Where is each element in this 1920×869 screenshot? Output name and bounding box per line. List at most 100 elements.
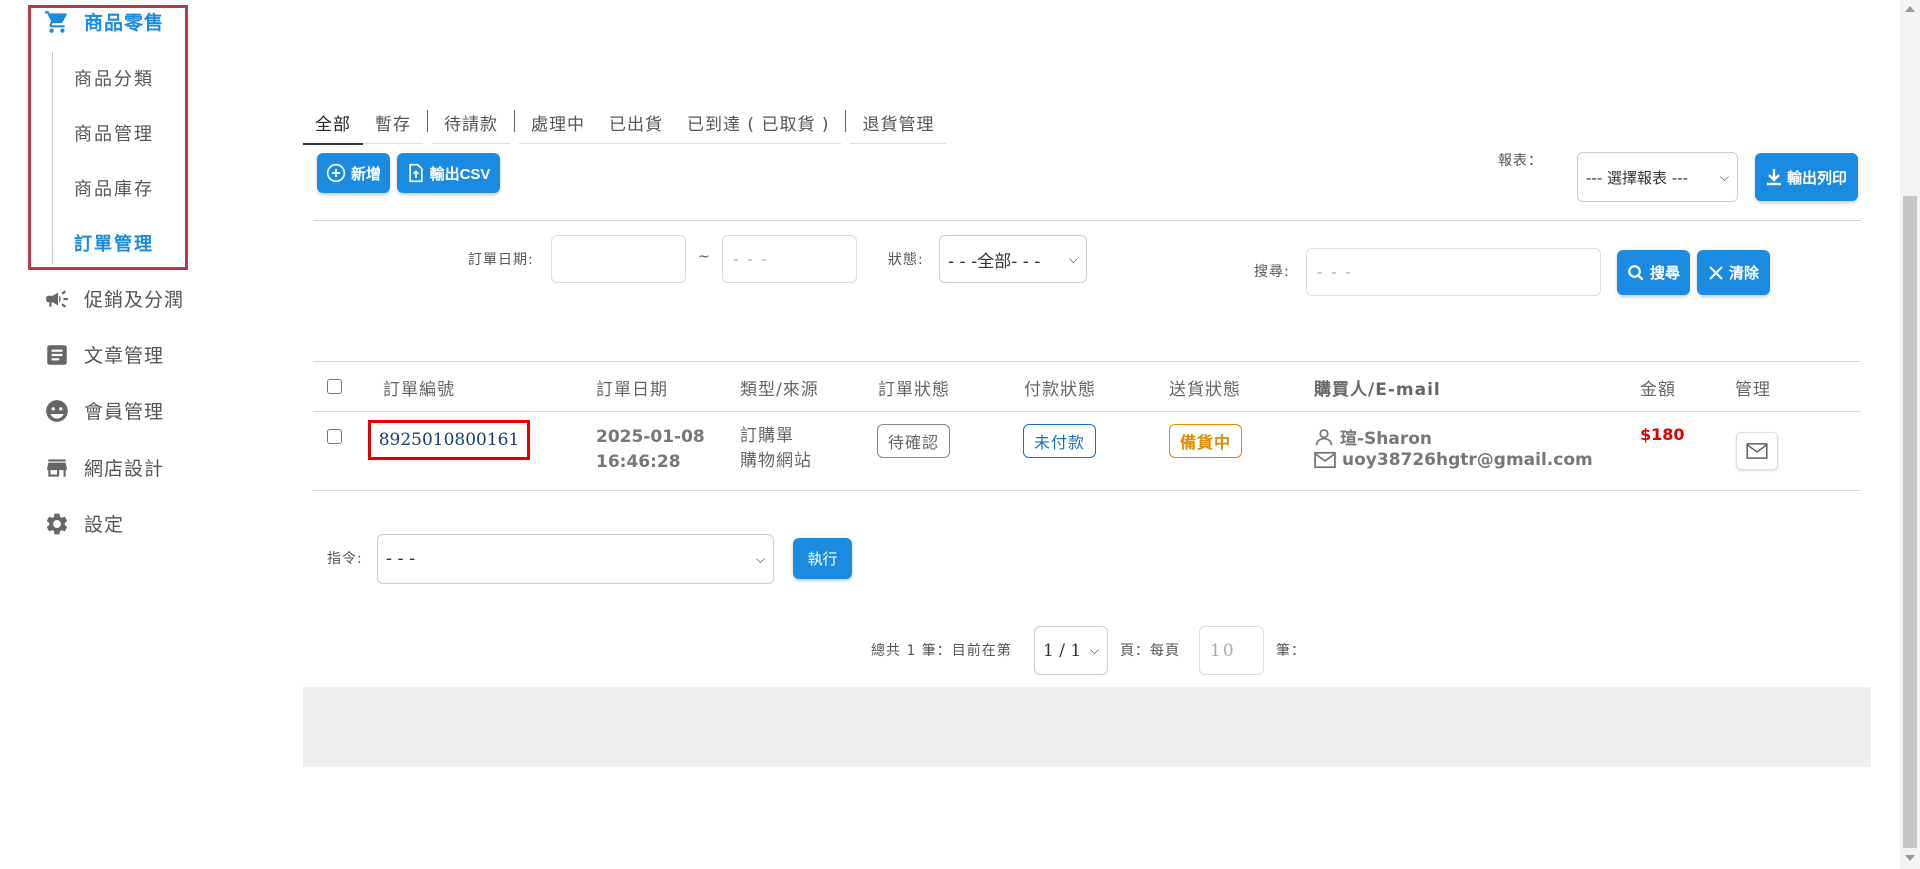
- search-input[interactable]: - - -: [1306, 248, 1601, 296]
- scroll-up-icon[interactable]: [1905, 6, 1915, 12]
- sidebar-item-retail[interactable]: 商品零售: [44, 8, 164, 35]
- scroll-thumb[interactable]: [1903, 196, 1917, 848]
- chevron-down-icon: ⌵: [1068, 251, 1078, 266]
- header-order-no[interactable]: 訂單編號: [383, 375, 455, 400]
- add-button[interactable]: 新增: [317, 153, 390, 193]
- header-order-status: 訂單狀態: [878, 380, 950, 400]
- sidebar: 商品零售 商品分類 商品管理 商品庫存 訂單管理 促銷及分潤 文章管理 會員管理: [0, 0, 260, 869]
- date-range-separator: ~: [698, 249, 711, 265]
- table-row-border: [313, 490, 1861, 491]
- table-top-border: [313, 361, 1861, 362]
- buyer-name: 瑄-Sharon: [1340, 429, 1433, 449]
- header-type-source: 類型/來源: [740, 380, 819, 400]
- date-start-input[interactable]: [551, 235, 686, 283]
- row-checkbox[interactable]: [327, 429, 342, 444]
- per-page-input[interactable]: 10: [1199, 626, 1264, 675]
- sidebar-item-label: 會員管理: [84, 401, 165, 423]
- chevron-down-icon: ⌵: [1719, 169, 1729, 184]
- tab-returns[interactable]: 退貨管理: [850, 106, 947, 144]
- buyer-email[interactable]: uoy38726hgtr@gmail.com: [1342, 450, 1593, 470]
- status-select[interactable]: - - -全部- - - ⌵: [939, 235, 1087, 283]
- pagination-per-page-text: 頁：每頁: [1120, 643, 1180, 659]
- sidebar-sub-item-orders[interactable]: 訂單管理: [74, 230, 154, 256]
- tab-pending-payment[interactable]: 待請款: [432, 106, 510, 144]
- order-number-link[interactable]: 8925010800161: [368, 420, 530, 460]
- command-select[interactable]: - - - ⌵: [377, 534, 774, 584]
- sidebar-item-shop-design[interactable]: 網店設計: [44, 454, 164, 481]
- header-amount: 金額: [1640, 380, 1676, 400]
- status-filter-label: 狀態:: [888, 252, 924, 268]
- search-button-label: 搜尋: [1649, 265, 1680, 282]
- amount: $180: [1640, 425, 1685, 444]
- chevron-down-icon: ⌵: [755, 551, 765, 566]
- search-button[interactable]: 搜尋: [1617, 250, 1690, 295]
- report-select-value: --- 選擇報表 ---: [1586, 168, 1689, 187]
- file-upload-icon: [408, 163, 423, 183]
- megaphone-icon: [44, 286, 70, 312]
- header-order-date[interactable]: 訂單日期: [596, 375, 668, 400]
- sidebar-item-settings[interactable]: 設定: [44, 510, 124, 537]
- scrollbar[interactable]: [1900, 0, 1920, 869]
- order-date: 2025-01-08: [596, 427, 705, 447]
- date-end-input[interactable]: - - -: [722, 235, 857, 283]
- sidebar-item-label: 網店設計: [84, 458, 165, 480]
- delivery-status-badge: 備貨中: [1169, 424, 1243, 458]
- user-icon: [1315, 428, 1333, 445]
- add-button-label: 新增: [350, 165, 381, 183]
- export-print-button[interactable]: 輸出列印: [1755, 153, 1858, 201]
- buyer-name-cell: 瑄-Sharon: [1314, 424, 1432, 449]
- envelope-icon: [1314, 451, 1336, 469]
- cart-icon: [44, 9, 70, 35]
- store-icon: [44, 455, 70, 481]
- tab-separator: [845, 110, 847, 132]
- report-label: 報表：: [1498, 153, 1543, 169]
- date-end-placeholder: - - -: [733, 250, 769, 268]
- command-select-value: - - -: [386, 549, 416, 569]
- article-icon: [44, 342, 70, 368]
- tab-draft[interactable]: 暫存: [363, 106, 423, 144]
- export-print-label: 輸出列印: [1786, 169, 1847, 187]
- export-csv-button[interactable]: 輸出CSV: [397, 153, 500, 193]
- sidebar-item-articles[interactable]: 文章管理: [44, 341, 164, 368]
- type-source-cell: 訂購單 購物網站: [740, 424, 812, 474]
- sidebar-item-label: 商品零售: [84, 12, 165, 34]
- page-select-value: 1 / 1: [1043, 640, 1082, 661]
- sidebar-sub-item-products[interactable]: 商品管理: [74, 120, 154, 146]
- tab-separator: [514, 110, 515, 132]
- order-time: 16:46:28: [596, 452, 681, 472]
- header-buyer-email: 購買人/E-mail: [1314, 380, 1441, 400]
- per-page-value: 10: [1210, 640, 1236, 661]
- sidebar-sub-item-inventory[interactable]: 商品庫存: [74, 175, 154, 201]
- pagination-total-text: 總共 1 筆：目前在第: [871, 643, 1012, 659]
- execute-button[interactable]: 執行: [793, 538, 852, 579]
- sidebar-sub-item-category[interactable]: 商品分類: [74, 65, 154, 91]
- order-type: 訂購單: [740, 426, 794, 446]
- select-all-checkbox[interactable]: [327, 379, 342, 394]
- sidebar-item-label: 設定: [84, 514, 125, 536]
- send-mail-button[interactable]: [1736, 432, 1778, 470]
- order-status-tabs: 全部 暫存 待請款 處理中 已出貨 已到達 ( 已取貨 ) 退貨管理: [303, 106, 947, 145]
- header-payment-status: 付款狀態: [1024, 380, 1096, 400]
- execute-button-label: 執行: [807, 551, 838, 568]
- sidebar-item-label: 促銷及分潤: [84, 289, 185, 311]
- scroll-down-icon[interactable]: [1905, 855, 1915, 861]
- command-label: 指令:: [327, 551, 363, 567]
- tab-all[interactable]: 全部: [303, 106, 363, 145]
- date-filter-label: 訂單日期:: [468, 252, 534, 268]
- order-date-cell: 2025-01-08 16:46:28: [596, 425, 705, 475]
- header-manage: 管理: [1735, 380, 1771, 400]
- tab-processing[interactable]: 處理中: [519, 106, 597, 144]
- order-source: 購物網站: [740, 451, 812, 471]
- clear-button[interactable]: 清除: [1697, 250, 1770, 295]
- page-select[interactable]: 1 / 1 ⌵: [1034, 626, 1108, 675]
- tab-arrived[interactable]: 已到達 ( 已取貨 ): [675, 106, 842, 144]
- report-select[interactable]: --- 選擇報表 --- ⌵: [1577, 152, 1738, 202]
- page: 商品零售 商品分類 商品管理 商品庫存 訂單管理 促銷及分潤 文章管理 會員管理: [0, 0, 1920, 869]
- sidebar-item-promotion[interactable]: 促銷及分潤: [44, 285, 184, 312]
- clear-button-label: 清除: [1728, 265, 1759, 282]
- sidebar-item-members[interactable]: 會員管理: [44, 397, 164, 424]
- tab-shipped[interactable]: 已出貨: [597, 106, 675, 144]
- mail-icon: [1746, 443, 1768, 459]
- search-placeholder: - - -: [1317, 263, 1353, 281]
- order-status-badge: 待確認: [877, 424, 951, 458]
